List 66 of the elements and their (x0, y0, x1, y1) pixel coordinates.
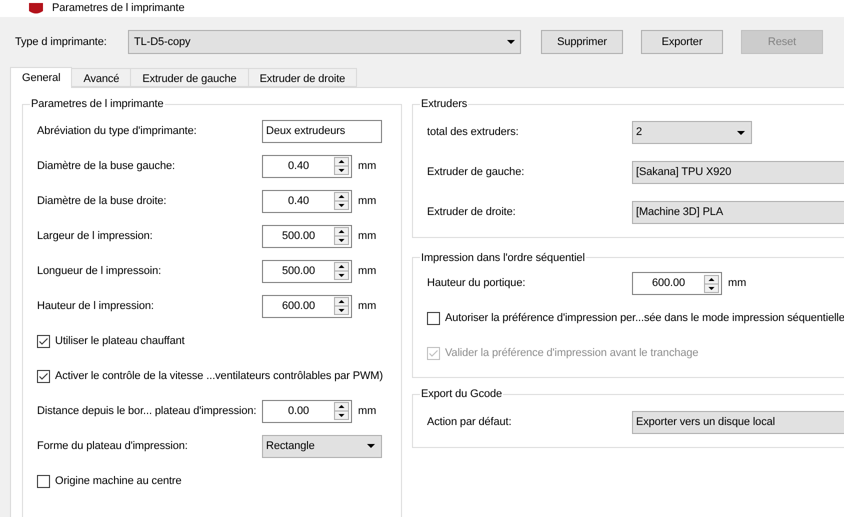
number-field[interactable]: 500.00 (262, 224, 352, 248)
field-label: Extruder de gauche: (427, 165, 526, 180)
field-label: Extruder de droite: (427, 205, 517, 220)
tab[interactable]: Extruder de gauche (130, 68, 249, 87)
unit-label: mm (358, 404, 376, 419)
checkbox[interactable] (37, 474, 50, 488)
window-title: Parametres de l imprimante (52, 3, 185, 14)
field-label: Type d imprimante: (15, 34, 108, 50)
field-label: Hauteur de l impression: (37, 298, 155, 314)
field-label: Action par défaut: (427, 415, 512, 430)
checkbox[interactable] (37, 334, 50, 348)
checkbox-label: Autoriser la préférence d'impression per...sée dans le mode impression séquentielle (445, 311, 844, 326)
unit-label: mm (358, 194, 376, 209)
field-label: Hauteur du portique: (427, 276, 526, 292)
caret-icon (507, 40, 515, 44)
field-label: Longueur de l impressoin: (37, 264, 162, 279)
field-label: Diamètre de la buse gauche: (37, 158, 176, 174)
unit-label: mm (728, 276, 746, 292)
checkbox[interactable] (427, 312, 440, 325)
checkbox-label: Activer le contrôle de la vitesse ...ventilateurs contrôlables par PWM) (55, 368, 383, 384)
number-field[interactable]: 600.00 (262, 294, 352, 318)
dropdown[interactable]: Exporter vers un disque local (632, 411, 844, 434)
number-field[interactable]: 600.00 (632, 272, 722, 295)
dropdown[interactable]: 2 (632, 121, 752, 144)
spin-arrows-icon (334, 192, 349, 210)
caret-icon (737, 130, 745, 134)
spin-arrows-icon (334, 262, 349, 280)
checkbox[interactable] (37, 370, 50, 382)
field-label: Distance depuis le bor... plateau d'impression: (37, 404, 258, 419)
dialog-button[interactable]: Supprimer (541, 30, 623, 54)
spin-arrows-icon (334, 157, 349, 175)
unit-label: mm (358, 298, 376, 314)
tab[interactable]: Avancé (71, 68, 132, 87)
field-label: Abréviation du type d'imprimante: (37, 124, 198, 139)
dropdown[interactable]: Rectangle (262, 434, 382, 458)
group-title: Parametres de l imprimante (30, 97, 165, 112)
group-title: Impression dans l'ordre séquentiel (420, 250, 586, 266)
field-label: Diamètre de la buse droite: (37, 194, 168, 209)
tab[interactable]: General (10, 67, 72, 88)
group-title: Export du Gcode (420, 387, 504, 402)
spin-arrows-icon (704, 274, 719, 292)
number-field[interactable]: 500.00 (262, 260, 352, 282)
unit-label: mm (358, 228, 376, 244)
unit-label: mm (358, 264, 376, 279)
checkbox-label: Utiliser le plateau chauffant (55, 334, 185, 349)
spin-arrows-icon (334, 297, 349, 315)
text-field[interactable]: Deux extrudeurs (262, 120, 382, 142)
number-field[interactable]: 0.40 (262, 154, 352, 178)
spin-arrows-icon (334, 402, 349, 420)
field-label: total des extruders: (427, 125, 520, 140)
app-logo-icon (28, 2, 44, 16)
dropdown[interactable]: [Machine 3D] PLA (632, 201, 844, 224)
dropdown[interactable]: [Sakana] TPU X920 (632, 161, 844, 184)
field-label: Largeur de l impression: (37, 228, 154, 244)
caret-icon (367, 444, 375, 448)
dialog-button[interactable]: Exporter (641, 30, 723, 54)
printer-type-dropdown[interactable]: TL-D5-copy (128, 30, 521, 54)
unit-label: mm (358, 158, 376, 174)
tab[interactable]: Extruder de droite (248, 68, 358, 87)
checkbox-label: Origine machine au centre (55, 474, 182, 489)
field-label: Forme du plateau d'impression: (37, 438, 189, 454)
number-field[interactable]: 0.00 (262, 400, 352, 422)
group-title: Extruders (420, 97, 468, 112)
spin-arrows-icon (334, 227, 349, 245)
number-field[interactable]: 0.40 (262, 190, 352, 212)
checkbox-label: Valider la préférence d'impression avant le tranchage (445, 346, 698, 362)
